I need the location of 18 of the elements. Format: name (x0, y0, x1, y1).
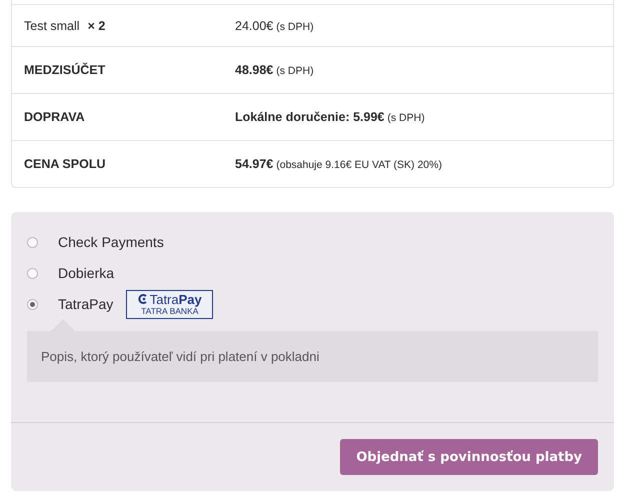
radio-button[interactable] (27, 236, 38, 248)
logo-icon (138, 294, 148, 304)
row-value: 24.00€ (s DPH) (235, 18, 314, 32)
radio-button[interactable] (27, 268, 38, 278)
payment-method-label[interactable]: Dobierka (58, 265, 114, 281)
payment-method-label[interactable]: Check Payments (58, 234, 164, 250)
row-label: Test small × 2 (24, 18, 106, 32)
row-value: Lokálne doručenie: 5.99€ (s DPH) (235, 110, 425, 124)
row-label: CENA SPOLU (24, 157, 106, 171)
place-order-button[interactable]: Objednať s povinnosťou platby (340, 439, 598, 475)
radio-button[interactable] (27, 298, 38, 310)
payment-method-label[interactable]: TatraPay (58, 296, 114, 312)
payment-description: Popis, ktorý používateľ vidí pri platení v pokladni (27, 331, 598, 382)
row-label: MEDZISÚČET (24, 63, 106, 77)
row-value: 48.98€ (s DPH) (235, 63, 314, 77)
bank-logo: TatraPay TATRA BANKA (126, 290, 214, 318)
row-value: 54.97€ (obsahuje 9.16€ EU VAT (SK) 20%) (235, 157, 442, 171)
row-label: DOPRAVA (24, 110, 86, 124)
